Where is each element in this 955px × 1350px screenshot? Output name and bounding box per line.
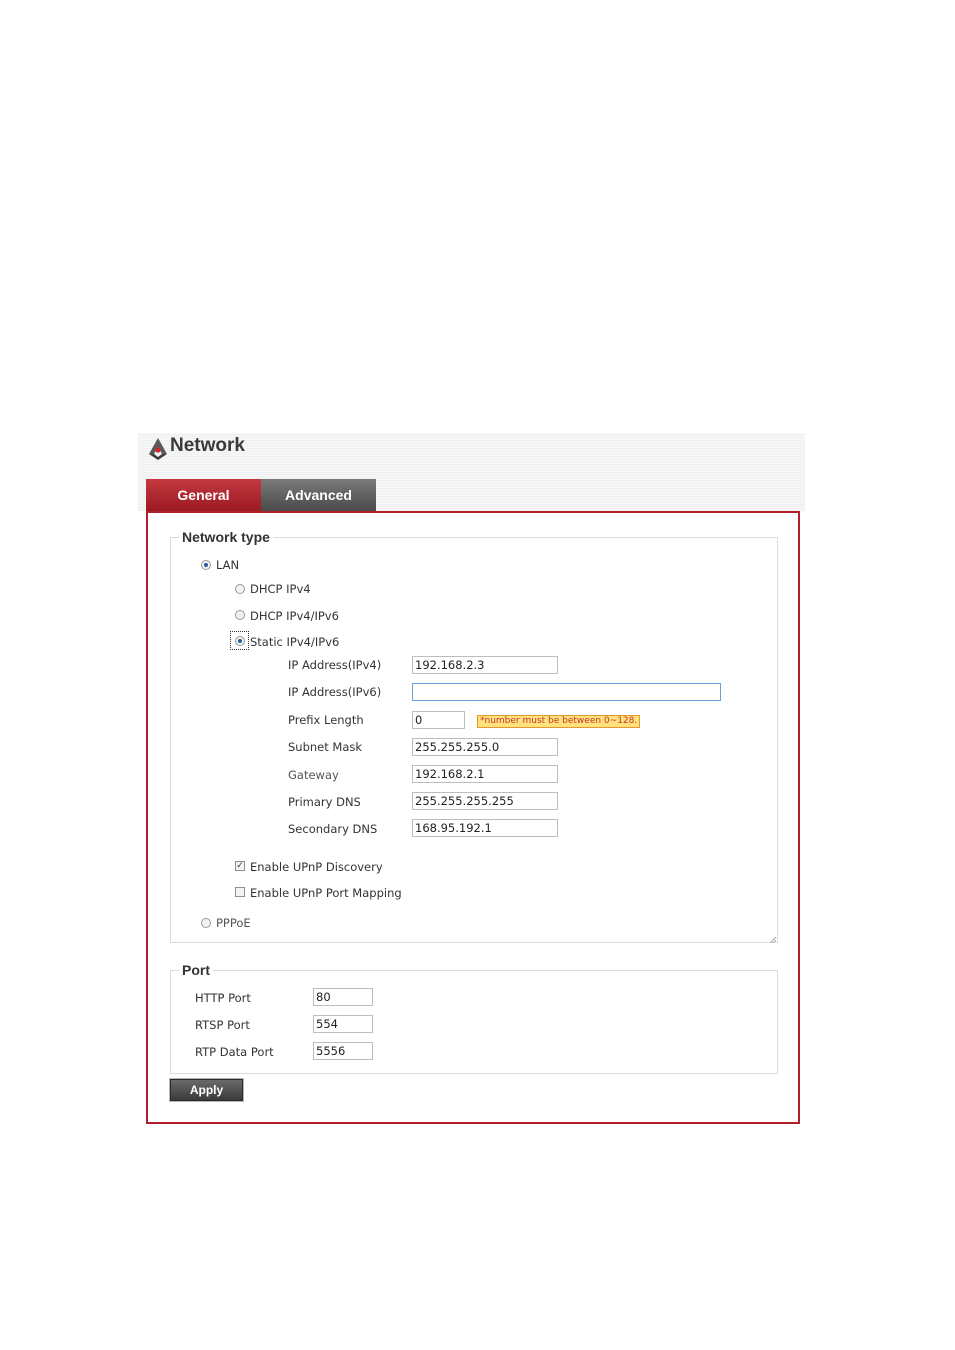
pppoe-radio[interactable] <box>201 918 211 928</box>
dhcp-ipv4-radio[interactable] <box>235 584 245 594</box>
lan-label: LAN <box>216 558 240 572</box>
rtsp-port-label: RTSP Port <box>195 1018 250 1032</box>
upnp-discovery-checkbox[interactable]: ✓ <box>235 861 245 871</box>
resize-grip-icon[interactable] <box>770 937 776 943</box>
prefix-length-input[interactable] <box>412 711 465 729</box>
ipv4-address-label: IP Address(IPv4) <box>288 658 382 672</box>
prefix-length-hint: *number must be between 0~128. <box>477 715 641 728</box>
dhcp-ipv4v6-label: DHCP IPv4/IPv6 <box>250 609 339 623</box>
static-ipv4v6-label: Static IPv4/IPv6 <box>250 635 340 649</box>
dhcp-ipv4v6-radio[interactable] <box>235 610 245 620</box>
header-bar: Network General Advanced <box>138 433 805 511</box>
network-type-legend: Network type <box>179 529 273 545</box>
ipv4-address-input[interactable] <box>412 656 558 674</box>
upnp-discovery-label: Enable UPnP Discovery <box>250 860 383 874</box>
tab-general[interactable]: General <box>146 479 261 511</box>
ipv6-address-input[interactable] <box>412 683 721 701</box>
secondary-dns-input[interactable] <box>412 819 558 837</box>
rtsp-port-input[interactable] <box>313 1015 373 1033</box>
tab-advanced[interactable]: Advanced <box>261 479 376 511</box>
subnet-mask-input[interactable] <box>412 738 558 756</box>
subnet-mask-label: Subnet Mask <box>288 740 363 754</box>
pppoe-label: PPPoE <box>216 916 251 930</box>
port-legend: Port <box>179 962 213 978</box>
ipv6-address-label: IP Address(IPv6) <box>288 685 382 699</box>
gateway-input[interactable] <box>412 765 558 783</box>
brand-logo-icon <box>149 438 167 460</box>
http-port-label: HTTP Port <box>195 991 251 1005</box>
secondary-dns-label: Secondary DNS <box>288 822 378 836</box>
gateway-label: Gateway <box>288 768 339 782</box>
network-settings-window: Network General Advanced Network type LA… <box>138 433 805 1125</box>
app-title: Network <box>170 435 245 456</box>
static-ipv4v6-radio[interactable] <box>235 636 245 646</box>
rtp-data-port-label: RTP Data Port <box>195 1045 274 1059</box>
primary-dns-input[interactable] <box>412 792 558 810</box>
dhcp-ipv4-label: DHCP IPv4 <box>250 582 311 596</box>
apply-button[interactable]: Apply <box>170 1079 243 1101</box>
upnp-port-mapping-checkbox[interactable] <box>235 887 245 897</box>
prefix-length-label: Prefix Length <box>288 713 364 727</box>
http-port-input[interactable] <box>313 988 373 1006</box>
general-panel: Network type LAN DHCP IPv4 DHCP IPv4/IPv… <box>146 511 800 1124</box>
upnp-port-mapping-label: Enable UPnP Port Mapping <box>250 886 402 900</box>
rtp-data-port-input[interactable] <box>313 1042 373 1060</box>
lan-radio[interactable] <box>201 560 211 570</box>
primary-dns-label: Primary DNS <box>288 795 361 809</box>
